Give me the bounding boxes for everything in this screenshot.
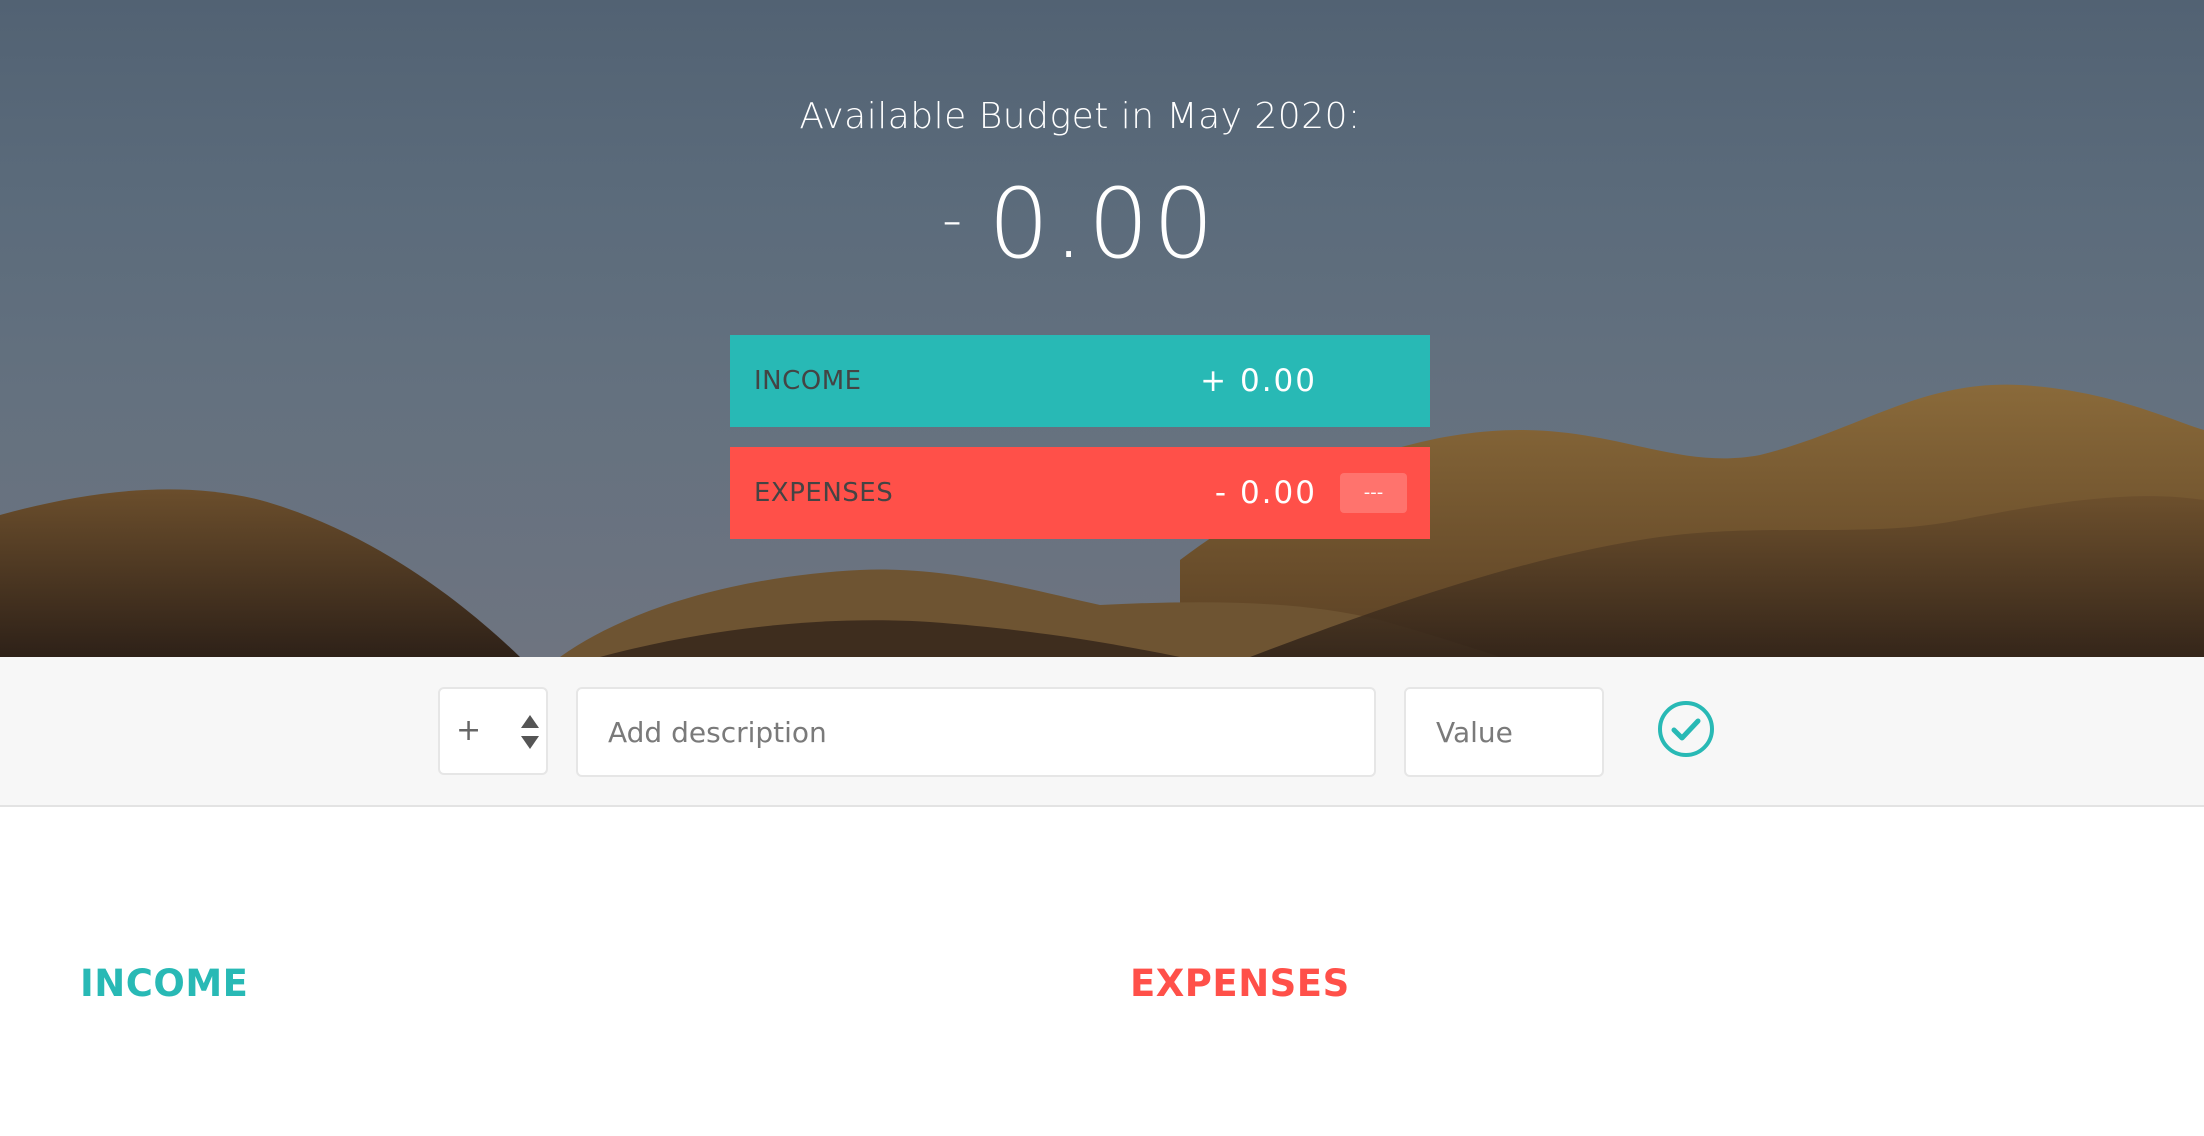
value-input[interactable]: [1404, 687, 1604, 777]
budget-value: -0.00: [0, 168, 2160, 280]
expenses-percentage-badge: ---: [1340, 473, 1407, 513]
income-summary-label: INCOME: [754, 366, 862, 396]
expenses-summary: EXPENSES - 0.00 ---: [730, 447, 1430, 539]
budget-sign: -: [942, 188, 967, 253]
income-list-title: INCOME: [80, 962, 249, 1005]
select-arrows-icon: [521, 715, 539, 749]
income-summary-amount: + 0.00: [1200, 363, 1317, 399]
budget-amount: 0.00: [988, 168, 1218, 280]
add-submit-button[interactable]: [1656, 699, 1716, 759]
description-input[interactable]: [576, 687, 1376, 777]
type-select-value: +: [456, 713, 482, 748]
add-item-bar: +: [0, 657, 2204, 807]
hero-section: Available Budget in May 2020: -0.00 INCO…: [0, 0, 2204, 657]
expenses-summary-amount: - 0.00: [1214, 475, 1317, 511]
income-summary: INCOME + 0.00: [730, 335, 1430, 427]
check-circle-icon: [1658, 701, 1714, 757]
expenses-summary-label: EXPENSES: [754, 478, 894, 508]
type-select[interactable]: +: [438, 687, 548, 775]
budget-title: Available Budget in May 2020:: [799, 96, 1361, 137]
expenses-list-title: EXPENSES: [1130, 962, 1350, 1005]
